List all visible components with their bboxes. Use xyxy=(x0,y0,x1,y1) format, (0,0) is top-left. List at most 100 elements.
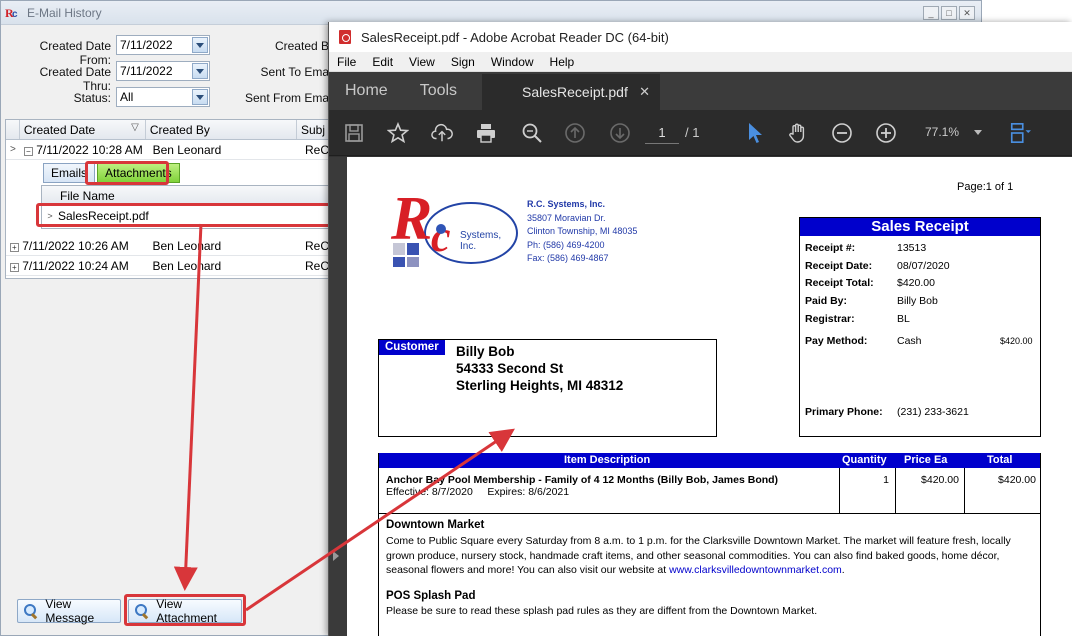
created-date-thru-label: Created Date Thru: xyxy=(39,65,111,93)
market-website-link[interactable]: www.clarksvilledowntownmarket.com xyxy=(669,564,842,576)
paid-by-row: Paid By: Billy Bob xyxy=(805,295,938,307)
save-icon[interactable] xyxy=(343,122,365,144)
header-total: Total xyxy=(987,454,1013,466)
grid-header: Created Date ▽ Created By Subj xyxy=(6,120,329,140)
tab-tools[interactable]: Tools xyxy=(404,82,473,100)
zoom-dropdown-icon[interactable] xyxy=(974,130,982,135)
created-by-label: Created B xyxy=(274,39,329,53)
svg-text:R: R xyxy=(390,185,432,253)
column-subject[interactable]: Subj xyxy=(297,120,329,139)
tab-document[interactable]: SalesReceipt.pdf ✕ xyxy=(482,72,660,110)
customer-box: Customer Billy Bob 54333 Second St Sterl… xyxy=(378,339,717,437)
hand-tool-icon[interactable] xyxy=(787,122,809,144)
dropdown-arrow-icon[interactable] xyxy=(192,89,208,105)
row-created-by: Ben Leonard xyxy=(152,142,222,157)
close-tab-icon[interactable]: ✕ xyxy=(639,84,650,100)
customer-label: Customer xyxy=(379,340,445,355)
customer-city: Sterling Heights, MI 48312 xyxy=(456,378,624,393)
table-row[interactable]: + 7/11/2022 10:24 AM Ben Leonard ReC xyxy=(6,256,329,276)
magnifier-icon xyxy=(24,604,37,618)
view-message-button[interactable]: View Message xyxy=(17,597,121,625)
table-row[interactable]: + 7/11/2022 10:26 AM Ben Leonard ReC xyxy=(6,236,329,256)
select-cursor-icon[interactable] xyxy=(744,122,766,144)
table-row[interactable]: > − 7/11/2022 10:28 AM Ben Leonard ReC xyxy=(6,140,329,160)
page-number-input[interactable]: 1 xyxy=(645,122,679,144)
receipt-date-row: Receipt Date: 08/07/2020 xyxy=(805,260,950,272)
tab-home[interactable]: Home xyxy=(329,82,404,100)
company-name: R.C. Systems, Inc. xyxy=(527,199,606,209)
previous-page-icon[interactable] xyxy=(564,122,586,144)
row-created-by: Ben Leonard xyxy=(152,258,222,273)
acrobat-title: SalesReceipt.pdf - Adobe Acrobat Reader … xyxy=(361,29,669,45)
splash-pad-title: POS Splash Pad xyxy=(386,590,476,602)
sales-receipt-title: Sales Receipt xyxy=(800,218,1040,236)
item-price: $420.00 xyxy=(921,474,959,486)
created-date-thru-value: 7/11/2022 xyxy=(120,64,173,78)
menu-help[interactable]: Help xyxy=(542,55,583,69)
menu-window[interactable]: Window xyxy=(483,55,542,69)
company-fax: Fax: (586) 469-4867 xyxy=(527,253,609,263)
sent-to-label: Sent To Ema xyxy=(260,65,329,79)
header-price: Price Ea xyxy=(904,454,948,466)
expand-icon[interactable]: + xyxy=(9,242,19,252)
next-page-icon[interactable] xyxy=(609,122,631,144)
menu-edit[interactable]: Edit xyxy=(364,55,401,69)
side-panel-toggle-icon[interactable] xyxy=(333,551,339,561)
rc-systems-logo: R c Systems, Inc. xyxy=(389,185,519,267)
row-subject: ReC xyxy=(305,142,330,157)
company-address-line1: 35807 Moravian Dr. xyxy=(527,212,606,223)
dropdown-arrow-icon[interactable] xyxy=(192,37,208,53)
menu-file[interactable]: File xyxy=(329,55,364,69)
status-value: All xyxy=(120,90,134,104)
zoom-in-icon[interactable] xyxy=(875,122,897,144)
star-icon[interactable] xyxy=(387,122,409,144)
downtown-market-text: Come to Public Square every Saturday fro… xyxy=(386,535,1011,576)
customer-address: Billy Bob 54333 Second St Sterling Heigh… xyxy=(456,343,623,394)
row-subject: ReC xyxy=(304,238,329,253)
item-description: Anchor Bay Pool Membership - Family of 4… xyxy=(386,474,778,498)
zoom-out-icon[interactable] xyxy=(831,122,853,144)
menu-sign[interactable]: Sign xyxy=(443,55,483,69)
sent-from-label: Sent From Ema xyxy=(244,91,329,105)
cloud-upload-icon[interactable] xyxy=(431,122,453,144)
acrobat-window: SalesReceipt.pdf - Adobe Acrobat Reader … xyxy=(328,22,1072,636)
row-date: 7/11/2022 10:26 AM xyxy=(22,238,129,253)
collapse-icon[interactable]: − xyxy=(23,146,33,156)
pay-method-row: Pay Method: Cash xyxy=(805,335,922,347)
primary-phone-row: Primary Phone: (231) 233-3621 xyxy=(805,406,969,418)
maximize-button[interactable]: □ xyxy=(941,6,957,20)
acrobat-titlebar: SalesReceipt.pdf - Adobe Acrobat Reader … xyxy=(329,22,1072,52)
highlight-view-attachment xyxy=(124,594,246,626)
window-title: E-Mail History xyxy=(27,5,102,20)
item-total: $420.00 xyxy=(998,474,1036,486)
downtown-market-title: Downtown Market xyxy=(386,519,485,531)
splash-pad-text: Please be sure to read these splash pad … xyxy=(386,605,818,617)
menu-view[interactable]: View xyxy=(401,55,443,69)
fit-page-icon[interactable] xyxy=(1009,122,1031,144)
logo-caption: Systems, Inc. xyxy=(460,230,502,252)
created-date-from-combo[interactable]: 7/11/2022 xyxy=(116,35,210,55)
created-date-thru-combo[interactable]: 7/11/2022 xyxy=(116,61,210,81)
expand-icon[interactable]: + xyxy=(9,262,19,272)
zoom-search-icon[interactable] xyxy=(521,122,543,144)
app-logo-icon: Rc xyxy=(5,5,18,20)
close-button[interactable]: ✕ xyxy=(959,6,975,20)
highlight-attachment-row xyxy=(36,203,333,227)
acrobat-tabbar: Home Tools SalesReceipt.pdf ✕ xyxy=(329,72,1072,110)
document-tab-label: SalesReceipt.pdf xyxy=(522,84,628,100)
minimize-button[interactable]: _ xyxy=(923,6,939,20)
page-indicator: Page:1 of 1 xyxy=(957,181,1014,193)
print-icon[interactable] xyxy=(475,122,497,144)
document-area: Page:1 of 1 R c Systems, Inc. R.C. Syste… xyxy=(329,157,1072,636)
receipt-total-row: Receipt Total: $420.00 xyxy=(805,277,935,289)
status-combo[interactable]: All xyxy=(116,87,210,107)
acrobat-menubar: File Edit View Sign Window Help xyxy=(329,52,1072,72)
row-created-by: Ben Leonard xyxy=(152,238,222,253)
created-date-from-label: Created Date From: xyxy=(39,39,111,67)
company-phone: Ph: (586) 469-4200 xyxy=(527,239,605,250)
zoom-level[interactable]: 77.1% xyxy=(925,125,959,139)
column-created-date[interactable]: Created Date ▽ xyxy=(20,120,146,139)
dropdown-arrow-icon[interactable] xyxy=(192,63,208,79)
view-message-label: View Message xyxy=(45,597,95,625)
column-created-by[interactable]: Created By xyxy=(146,120,297,139)
